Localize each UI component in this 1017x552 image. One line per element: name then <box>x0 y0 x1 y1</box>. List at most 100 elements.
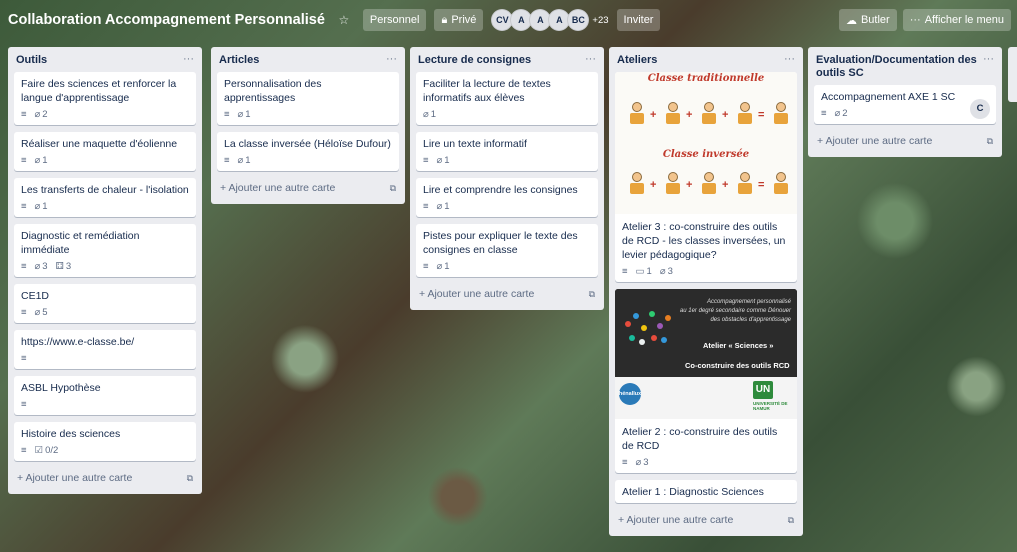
card[interactable]: Classe traditionnelle + + + = Classe inv… <box>615 72 797 282</box>
card-title: Atelier 2 : co-construire des outils de … <box>622 426 778 452</box>
description-icon: ≡ <box>622 266 628 277</box>
invite-button[interactable]: Inviter <box>616 9 661 31</box>
list-lecture-de-consignes: Lecture de consignes ··· Faciliter la le… <box>410 47 604 310</box>
henallux-logo: hénallux <box>619 383 641 405</box>
attachment-count: 5 <box>42 307 48 318</box>
unamur-label: UNIVERSITÉ DE NAMUR <box>753 401 788 411</box>
attachment-count: 3 <box>643 457 649 468</box>
list-menu-icon[interactable]: ··· <box>585 54 596 65</box>
checklist-badge: ☑ 0/2 <box>35 444 59 458</box>
attachment-count: 1 <box>430 109 437 120</box>
card[interactable]: CE1D ≡ ⌀ 5 <box>14 284 196 323</box>
card[interactable]: Faciliter la lecture de textes informati… <box>416 72 598 125</box>
card-title: Réaliser une maquette d'éolienne <box>21 138 178 150</box>
card-template-icon[interactable]: ⧉ <box>788 515 794 526</box>
card[interactable]: Réaliser une maquette d'éolienne ≡ ⌀ 1 <box>14 132 196 171</box>
student-figure <box>773 172 789 196</box>
paperclip-icon: ⌀ <box>436 261 443 272</box>
card[interactable]: Accompagnement AXE 1 SC ≡ ⌀ 2 C <box>814 85 996 124</box>
ellipsis-icon: ··· <box>909 14 921 26</box>
paperclip-icon: ⌀ <box>436 201 443 212</box>
card[interactable]: ASBL Hypothèse ≡ <box>14 376 196 415</box>
card-badges: ⌀ 1 <box>423 109 591 121</box>
add-card-button[interactable]: + Ajouter une autre carte ⧉ <box>416 284 598 304</box>
member-avatar[interactable]: BC <box>567 9 590 31</box>
card[interactable]: Lire un texte informatif ≡ ⌀ 1 <box>416 132 598 171</box>
card-title: Accompagnement AXE 1 SC <box>821 91 956 103</box>
list-header[interactable]: Articles ··· <box>217 47 399 72</box>
butler-icon: ☁︎ <box>845 14 857 27</box>
description-icon: ≡ <box>224 155 230 166</box>
card-title: Atelier 3 : co-construire des outils de … <box>622 221 786 261</box>
add-card-button[interactable]: + Ajouter une autre carte ⧉ <box>814 131 996 151</box>
board-header: Collaboration Accompagnement Personnalis… <box>0 0 1017 40</box>
unamur-logo: UN <box>753 381 773 399</box>
list-title[interactable]: Ateliers <box>617 54 657 67</box>
card[interactable]: Faire des sciences et renforcer la langu… <box>14 72 196 125</box>
list-menu-icon[interactable]: ··· <box>784 54 795 65</box>
card-badges: ≡ ☑ 0/2 <box>21 445 189 457</box>
attachment-count: 3 <box>42 261 48 272</box>
card-badges: ≡ <box>21 399 189 411</box>
attachment-count: 1 <box>42 155 48 166</box>
list-header[interactable]: Evaluation/Documentation des outils SC ·… <box>814 47 996 85</box>
privacy-button[interactable]: 🔒︎ Privé <box>434 9 484 31</box>
team-visibility-button[interactable]: Personnel <box>362 9 427 31</box>
board-title[interactable]: Collaboration Accompagnement Personnalis… <box>8 12 325 28</box>
next-list-peek[interactable] <box>1008 47 1017 102</box>
attachment-count: 2 <box>842 108 848 119</box>
description-icon: ≡ <box>224 109 230 120</box>
card[interactable]: La classe inversée (Héloïse Dufour) ≡ ⌀ 1 <box>217 132 399 171</box>
description-icon: ≡ <box>21 201 27 212</box>
list-header[interactable]: Outils ··· <box>14 47 196 72</box>
card[interactable]: Personnalisation des apprentissages ≡ ⌀ 1 <box>217 72 399 125</box>
card-badges: ≡ <box>21 353 189 365</box>
list-header[interactable]: Lecture de consignes ··· <box>416 47 598 72</box>
attachment-count: 1 <box>444 261 450 272</box>
list-menu-icon[interactable]: ··· <box>983 54 994 65</box>
list-header[interactable]: Ateliers ··· <box>615 47 797 72</box>
butler-button[interactable]: ☁︎ Butler <box>838 9 897 31</box>
student-figure <box>701 102 717 126</box>
add-card-button[interactable]: + Ajouter une autre carte ⧉ <box>14 468 196 488</box>
card[interactable]: Diagnostic et remédiation immédiate ≡ ⌀ 3… <box>14 224 196 277</box>
card-member-avatar[interactable]: C <box>970 99 990 119</box>
list-title[interactable]: Outils <box>16 54 47 67</box>
card[interactable]: Accompagnement personnalisé au 1er degré… <box>615 289 797 473</box>
description-icon: ≡ <box>21 353 27 364</box>
card-template-icon[interactable]: ⧉ <box>187 473 193 484</box>
add-card-label: + Ajouter une autre carte <box>419 288 535 300</box>
card-title: La classe inversée (Héloïse Dufour) <box>224 138 391 150</box>
card[interactable]: Histoire des sciences ≡ ☑ 0/2 <box>14 422 196 461</box>
more-members-count[interactable]: +23 <box>592 15 608 26</box>
attachment-badge: ⌀ 2 <box>35 108 48 122</box>
card-template-icon[interactable]: ⧉ <box>589 289 595 300</box>
show-menu-label: Afficher le menu <box>924 14 1004 26</box>
attachment-badge: ⌀ 1 <box>35 200 48 214</box>
paperclip-icon: ⌀ <box>834 108 841 119</box>
list-title[interactable]: Articles <box>219 54 259 67</box>
list-ateliers: Ateliers ··· Classe traditionnelle + + +… <box>609 47 803 536</box>
card[interactable]: Les transferts de chaleur - l'isolation … <box>14 178 196 217</box>
card-title: CE1D <box>21 290 50 302</box>
card[interactable]: Atelier 1 : Diagnostic Sciences <box>615 480 797 503</box>
list-title[interactable]: Evaluation/Documentation des outils SC <box>816 54 983 80</box>
student-figure <box>737 102 753 126</box>
star-icon[interactable]: ☆ <box>333 13 355 27</box>
card[interactable]: Lire et comprendre les consignes ≡ ⌀ 1 <box>416 178 598 217</box>
list-menu-icon[interactable]: ··· <box>183 54 194 65</box>
add-card-button[interactable]: + Ajouter une autre carte ⧉ <box>217 178 399 198</box>
card-cover-image: Classe traditionnelle + + + = Classe inv… <box>615 72 797 214</box>
show-menu-button[interactable]: ··· Afficher le menu <box>902 9 1011 31</box>
card-title: Pistes pour expliquer le texte des consi… <box>423 230 578 256</box>
lock-icon: 🔒︎ <box>441 13 448 26</box>
add-card-button[interactable]: + Ajouter une autre carte ⧉ <box>615 510 797 530</box>
card-template-icon[interactable]: ⧉ <box>987 136 993 147</box>
card[interactable]: https://www.e-classe.be/ ≡ <box>14 330 196 369</box>
list-menu-icon[interactable]: ··· <box>386 54 397 65</box>
card-title: https://www.e-classe.be/ <box>21 336 135 348</box>
card-template-icon[interactable]: ⧉ <box>390 183 396 194</box>
list-title[interactable]: Lecture de consignes <box>418 54 531 67</box>
card[interactable]: Pistes pour expliquer le texte des consi… <box>416 224 598 277</box>
paperclip-icon: ⌀ <box>423 109 429 120</box>
